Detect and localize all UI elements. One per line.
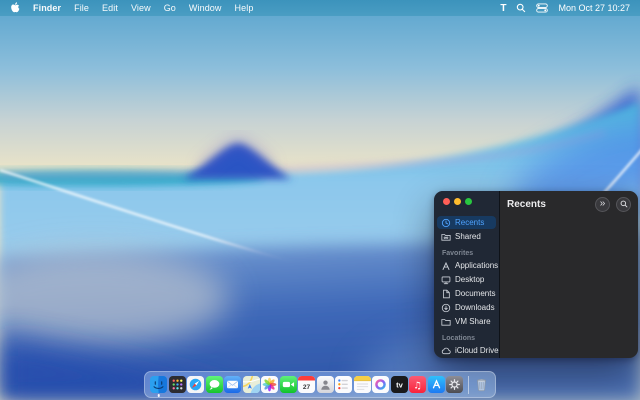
document-icon xyxy=(441,289,451,299)
menu-view[interactable]: View xyxy=(131,3,151,13)
sidebar-item-label: VM Share xyxy=(455,317,491,326)
sidebar-item-label: Applications xyxy=(455,261,499,270)
shared-folder-icon xyxy=(441,232,451,242)
dock-photos-icon[interactable] xyxy=(261,376,278,393)
dock-notes-icon[interactable] xyxy=(353,376,371,393)
search-icon[interactable] xyxy=(516,3,526,13)
cloud-icon xyxy=(441,346,451,356)
sidebar-item-vm-share[interactable]: VM Share xyxy=(437,315,496,328)
finder-content-area xyxy=(500,217,638,358)
window-titlebar: Recents » xyxy=(500,191,638,217)
dock-music-icon[interactable]: ♫ xyxy=(409,376,426,393)
window-title: Recents xyxy=(507,198,546,210)
menu-go[interactable]: Go xyxy=(164,3,176,13)
sidebar-item-label: Shared xyxy=(455,232,481,241)
apple-menu-icon[interactable] xyxy=(10,2,20,14)
finder-main-area: Recents » xyxy=(500,191,638,358)
sidebar-item-icloud-drive[interactable]: iCloud Drive xyxy=(437,344,499,357)
zoom-button[interactable] xyxy=(465,198,472,205)
control-center-icon[interactable] xyxy=(536,3,549,13)
menu-file[interactable]: File xyxy=(74,3,89,13)
t-app-icon[interactable]: T xyxy=(500,3,506,14)
dock-app-store-icon[interactable] xyxy=(427,376,445,393)
dock-contacts-icon[interactable] xyxy=(316,376,334,393)
minimize-button[interactable] xyxy=(454,198,461,205)
applications-icon xyxy=(441,261,451,271)
menu-edit[interactable]: Edit xyxy=(102,3,118,13)
dock-facetime-icon[interactable] xyxy=(279,376,297,393)
folder-icon xyxy=(441,317,451,327)
window-controls xyxy=(443,198,472,205)
svg-text:♫: ♫ xyxy=(413,380,421,391)
finder-sidebar: Recents Shared Favorites Applications Deskto… xyxy=(434,191,500,358)
menu-help[interactable]: Help xyxy=(235,3,254,13)
close-button[interactable] xyxy=(443,198,450,205)
sidebar-item-desktop[interactable]: Desktop xyxy=(437,273,496,286)
menu-bar-clock[interactable]: Mon Oct 27 10:27 xyxy=(558,3,630,13)
dock-reminders-icon[interactable] xyxy=(335,376,352,393)
sidebar-item-documents[interactable]: Documents xyxy=(437,287,496,300)
sidebar-item-label: Documents xyxy=(455,289,496,298)
sidebar-item-label: Downloads xyxy=(455,303,495,312)
dock-safari-icon[interactable] xyxy=(187,376,204,393)
dock-maps-icon[interactable] xyxy=(242,376,260,393)
sidebar-section-favorites: Favorites xyxy=(442,250,474,257)
running-indicator xyxy=(157,394,160,397)
sidebar-section-locations: Locations xyxy=(442,335,476,342)
dock-calendar-icon[interactable]: 27 xyxy=(298,376,315,393)
dock-freeform-icon[interactable] xyxy=(372,376,389,393)
sidebar-item-label: Recents xyxy=(455,218,485,227)
dock-launchpad-icon[interactable] xyxy=(168,376,186,393)
sidebar-item-shared[interactable]: Shared xyxy=(437,230,496,243)
menu-bar: Finder File Edit View Go Window Help T Mon Oct… xyxy=(0,0,640,16)
dock-system-settings-icon[interactable] xyxy=(446,376,463,393)
sidebar-item-recents[interactable]: Recents xyxy=(437,216,496,229)
dock-trash-icon[interactable] xyxy=(473,376,490,393)
svg-text:27: 27 xyxy=(303,384,311,391)
desktop-icon xyxy=(441,275,451,285)
show-more-button[interactable]: » xyxy=(595,196,610,212)
dock-finder-icon[interactable] xyxy=(150,376,167,397)
sidebar-item-applications[interactable]: Applications xyxy=(437,259,499,272)
dock: 27 tv ♫ xyxy=(144,371,496,398)
menu-window[interactable]: Window xyxy=(189,3,222,13)
sidebar-item-label: Desktop xyxy=(455,275,485,284)
dock-mail-icon[interactable] xyxy=(224,376,241,393)
downloads-icon xyxy=(441,303,451,313)
dock-messages-icon[interactable] xyxy=(205,376,223,393)
sidebar-item-downloads[interactable]: Downloads xyxy=(437,301,496,314)
search-button[interactable] xyxy=(616,196,631,212)
sidebar-item-label: iCloud Drive xyxy=(455,346,499,355)
macos-desktop: Finder File Edit View Go Window Help T Mon Oct… xyxy=(0,0,640,400)
dock-divider xyxy=(467,375,469,394)
dock-tv-icon[interactable]: tv xyxy=(390,376,408,393)
finder-window: Recents Shared Favorites Applications Deskto… xyxy=(434,191,638,358)
clock-icon xyxy=(441,218,451,228)
svg-text:tv: tv xyxy=(396,381,404,390)
menu-finder[interactable]: Finder xyxy=(33,3,61,13)
